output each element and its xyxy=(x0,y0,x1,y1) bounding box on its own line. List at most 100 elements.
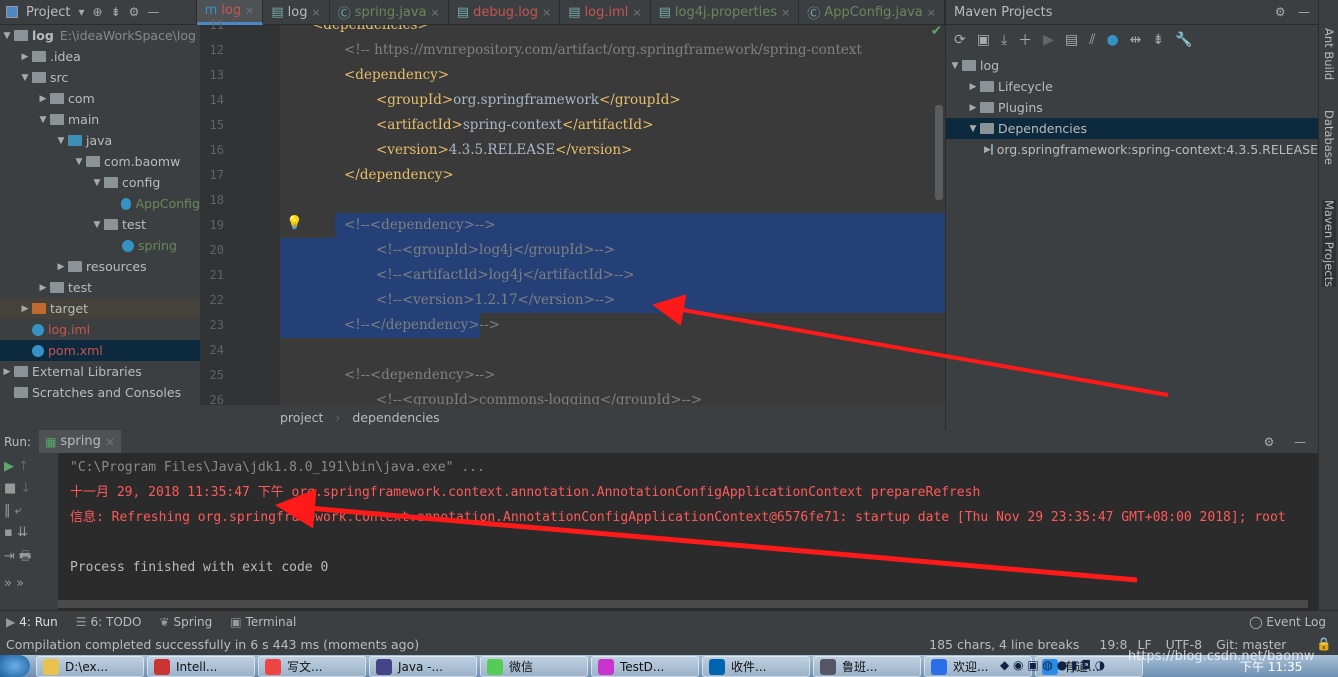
close-icon[interactable]: × xyxy=(311,6,320,19)
lightbulb-icon[interactable]: 💡 xyxy=(286,215,303,231)
close-icon[interactable]: × xyxy=(632,6,641,19)
reimport-icon[interactable]: ⟳ xyxy=(954,32,966,48)
maven-tree-item[interactable]: ▶ Lifecycle xyxy=(946,76,1318,97)
minimize-icon[interactable]: — xyxy=(147,5,159,19)
tree-item[interactable]: ▼ src xyxy=(0,67,200,88)
execute-goal-icon[interactable]: ▤ xyxy=(1065,32,1078,48)
tool-window-todo[interactable]: ☰ 6: TODO xyxy=(76,615,142,629)
chevron-right-icon[interactable]: ▶ xyxy=(36,283,50,293)
chevron-down-icon[interactable]: ▼ xyxy=(0,31,14,41)
tree-item[interactable]: ▼ log E:\ideaWorkSpace\log xyxy=(0,25,200,46)
start-button[interactable] xyxy=(0,655,30,677)
editor-tab[interactable]: ▤ log.iml × xyxy=(560,0,651,25)
taskbar-item[interactable]: 收件... xyxy=(702,656,810,677)
minimize-icon[interactable]: — xyxy=(1298,5,1310,19)
editor-tab[interactable]: ▤ debug.log × xyxy=(449,0,561,25)
tree-item[interactable]: spring xyxy=(0,235,200,256)
close-icon[interactable]: × xyxy=(542,6,551,19)
scroll-from-source-icon[interactable]: ⊕ xyxy=(93,5,103,19)
clock[interactable]: 下午 11:35 xyxy=(1240,658,1302,675)
database-tab[interactable]: Database xyxy=(1322,110,1336,165)
settings-wrench-icon[interactable]: 🔧 xyxy=(1175,32,1192,48)
maven-tree-item[interactable]: ▼ Dependencies xyxy=(946,118,1318,139)
minimize-icon[interactable]: — xyxy=(1294,435,1306,449)
tree-item[interactable]: ▶ .idea xyxy=(0,46,200,67)
taskbar-item[interactable]: Java -... xyxy=(369,656,477,677)
close-icon[interactable]: × xyxy=(781,6,790,19)
maven-tree-item[interactable]: ▶ org.springframework:spring-context:4.3.… xyxy=(946,139,1318,160)
add-icon[interactable]: ＋ xyxy=(1018,30,1032,50)
close-icon[interactable]: × xyxy=(245,4,254,17)
breadcrumb-dependencies[interactable]: dependencies xyxy=(352,410,439,425)
chevron-right-icon[interactable]: ▶ xyxy=(984,145,991,155)
collapse-all-icon[interactable]: ⇟ xyxy=(111,5,121,19)
chevron-right-icon[interactable]: ▶ xyxy=(966,103,980,113)
chevron-down-icon[interactable]: ▼ xyxy=(54,136,68,146)
close-icon[interactable]: × xyxy=(431,6,440,19)
lock-icon[interactable]: 🔒 xyxy=(1316,636,1332,652)
chevron-down-icon[interactable]: ▼ xyxy=(948,61,962,71)
close-icon[interactable]: × xyxy=(105,435,115,449)
run-tab-spring[interactable]: ▦ spring × xyxy=(39,430,121,453)
tree-item[interactable]: ▼ test xyxy=(0,214,200,235)
gear-icon[interactable]: ⚙ xyxy=(129,5,140,19)
tool-window-run[interactable]: ▶ 4: Run xyxy=(6,615,58,629)
run-icon[interactable]: ▶ xyxy=(1043,32,1054,48)
tree-item[interactable]: ▶ com xyxy=(0,88,200,109)
tree-item[interactable]: ▼ com.baomw xyxy=(0,151,200,172)
chevron-right-icon[interactable]: ▶ xyxy=(0,367,14,377)
console-output[interactable]: "C:\Program Files\Java\jdk1.8.0_191\bin\… xyxy=(0,455,1318,610)
chevron-right-icon[interactable]: ▶ xyxy=(54,262,68,272)
download-icon[interactable]: ⤓ xyxy=(1001,32,1007,48)
gear-icon[interactable]: ⚙ xyxy=(1264,435,1275,449)
event-log-button[interactable]: ◯ Event Log xyxy=(1249,615,1326,629)
chevron-right-icon[interactable]: ▶ xyxy=(18,304,32,314)
taskbar-item[interactable]: 写文... xyxy=(258,656,366,677)
chevron-down-icon[interactable]: ▼ xyxy=(18,73,32,83)
tree-item[interactable]: ▶ External Libraries xyxy=(0,361,200,382)
taskbar-item[interactable]: 微信 xyxy=(480,656,588,677)
tool-window-spring[interactable]: ❦ Spring xyxy=(159,615,212,629)
taskbar-item[interactable]: TestD... xyxy=(591,656,699,677)
tree-item[interactable]: ▶ test xyxy=(0,277,200,298)
chevron-right-icon[interactable]: ▶ xyxy=(36,94,50,104)
project-view-dropdown[interactable]: Project xyxy=(26,5,70,20)
tool-window-terminal[interactable]: ▣ Terminal xyxy=(230,615,296,629)
toggle-offline-icon[interactable]: ⫽ xyxy=(1089,32,1095,48)
tree-item[interactable]: ▼ config xyxy=(0,172,200,193)
editor-scrollbar[interactable] xyxy=(935,105,943,200)
taskbar-item[interactable]: Intell... xyxy=(147,656,255,677)
editor-tab[interactable]: ▤ log × xyxy=(263,0,330,25)
maven-tree-item[interactable]: ▶ Plugins xyxy=(946,97,1318,118)
ant-build-tab[interactable]: Ant Build xyxy=(1322,28,1336,80)
chevron-down-icon[interactable]: ▼ xyxy=(966,124,980,134)
editor-tab[interactable]: Ⓒspring.java × xyxy=(330,0,449,25)
tree-item[interactable]: pom.xml xyxy=(0,340,200,361)
tree-item[interactable]: ▶ target xyxy=(0,298,200,319)
collapse-all-icon[interactable]: ⇟ xyxy=(1152,32,1164,48)
taskbar-item[interactable]: 鲁班... xyxy=(813,656,921,677)
maven-tree-item[interactable]: ▼ log xyxy=(946,55,1318,76)
caret-position[interactable]: 19:8 xyxy=(1099,637,1127,652)
chevron-right-icon[interactable]: ▶ xyxy=(18,52,32,62)
chevron-right-icon[interactable]: ▶ xyxy=(966,82,980,92)
chevron-down-icon[interactable]: ▾ xyxy=(78,5,84,19)
tree-item[interactable]: log.iml xyxy=(0,319,200,340)
chevron-down-icon[interactable]: ▼ xyxy=(90,178,104,188)
chevron-down-icon[interactable]: ▼ xyxy=(72,157,86,167)
tree-item[interactable]: ▼ main xyxy=(0,109,200,130)
chevron-down-icon[interactable]: ▼ xyxy=(90,220,104,230)
skip-tests-icon[interactable]: ● xyxy=(1106,32,1118,48)
code-editor[interactable]: 💡 ✔ <dependencies> <!-- https://mvnreposi… xyxy=(280,25,945,405)
tree-item[interactable]: ▶ resources xyxy=(0,256,200,277)
tree-item[interactable]: AppConfig xyxy=(0,193,200,214)
generate-sources-icon[interactable]: ▣ xyxy=(977,32,990,48)
chevron-down-icon[interactable]: ▼ xyxy=(36,115,50,125)
show-dependencies-icon[interactable]: ⇹ xyxy=(1130,32,1142,48)
console-scrollbar[interactable] xyxy=(58,600,1308,608)
maven-projects-tab[interactable]: Maven Projects xyxy=(1322,200,1336,288)
gear-icon[interactable]: ⚙ xyxy=(1275,5,1286,19)
tray-icons[interactable]: ◆ ◉ ▣ ◍ ● ▮ ◘ ◑ xyxy=(1000,658,1105,672)
tree-item[interactable]: Scratches and Consoles xyxy=(0,382,200,403)
taskbar-item[interactable]: D:\ex... xyxy=(36,656,144,677)
